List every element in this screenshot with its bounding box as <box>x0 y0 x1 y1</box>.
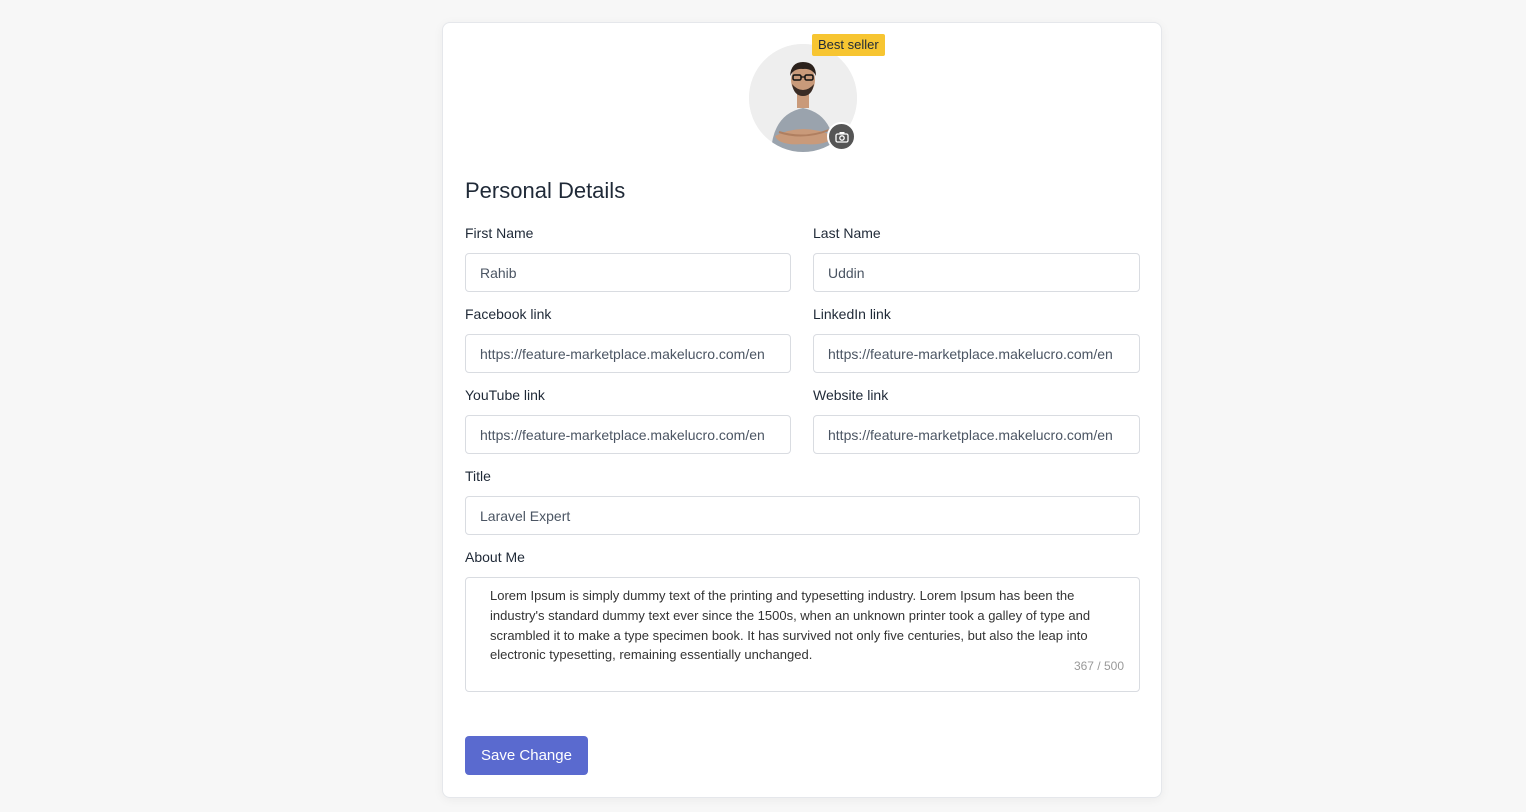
camera-icon <box>834 131 849 143</box>
character-counter: 367 / 500 <box>1073 659 1124 673</box>
about-textarea[interactable]: Lorem Ipsum is simply dummy text of the … <box>465 577 1140 692</box>
save-change-button[interactable]: Save Change <box>465 736 588 775</box>
first-name-label: First Name <box>465 225 534 241</box>
camera-button[interactable] <box>827 122 856 151</box>
about-label: About Me <box>465 549 525 565</box>
last-name-input[interactable]: Uddin <box>813 253 1140 292</box>
youtube-input[interactable]: https://feature-marketplace.makelucro.co… <box>465 415 791 454</box>
facebook-group: Facebook link https://feature-marketplac… <box>465 305 791 373</box>
youtube-group: YouTube link https://feature-marketplace… <box>465 386 791 454</box>
first-name-group: First Name Rahib <box>465 224 791 292</box>
youtube-label: YouTube link <box>465 387 545 403</box>
title-group: Title Laravel Expert <box>465 467 1140 535</box>
last-name-group: Last Name Uddin <box>813 224 1140 292</box>
best-seller-badge: Best seller <box>812 34 885 56</box>
profile-card: Best seller Personal Details First Name … <box>442 22 1162 798</box>
facebook-input[interactable]: https://feature-marketplace.makelucro.co… <box>465 334 791 373</box>
title-label: Title <box>465 468 491 484</box>
avatar-wrapper: Best seller <box>749 34 885 152</box>
website-label: Website link <box>813 387 889 403</box>
linkedin-input[interactable]: https://feature-marketplace.makelucro.co… <box>813 334 1140 373</box>
last-name-label: Last Name <box>813 225 881 241</box>
website-group: Website link https://feature-marketplace… <box>813 386 1140 454</box>
linkedin-group: LinkedIn link https://feature-marketplac… <box>813 305 1140 373</box>
facebook-label: Facebook link <box>465 306 552 322</box>
website-input[interactable]: https://feature-marketplace.makelucro.co… <box>813 415 1140 454</box>
linkedin-label: LinkedIn link <box>813 306 891 322</box>
title-input[interactable]: Laravel Expert <box>465 496 1140 535</box>
first-name-input[interactable]: Rahib <box>465 253 791 292</box>
section-title: Personal Details <box>465 178 626 203</box>
about-group: About Me Lorem Ipsum is simply dummy tex… <box>465 548 1140 692</box>
